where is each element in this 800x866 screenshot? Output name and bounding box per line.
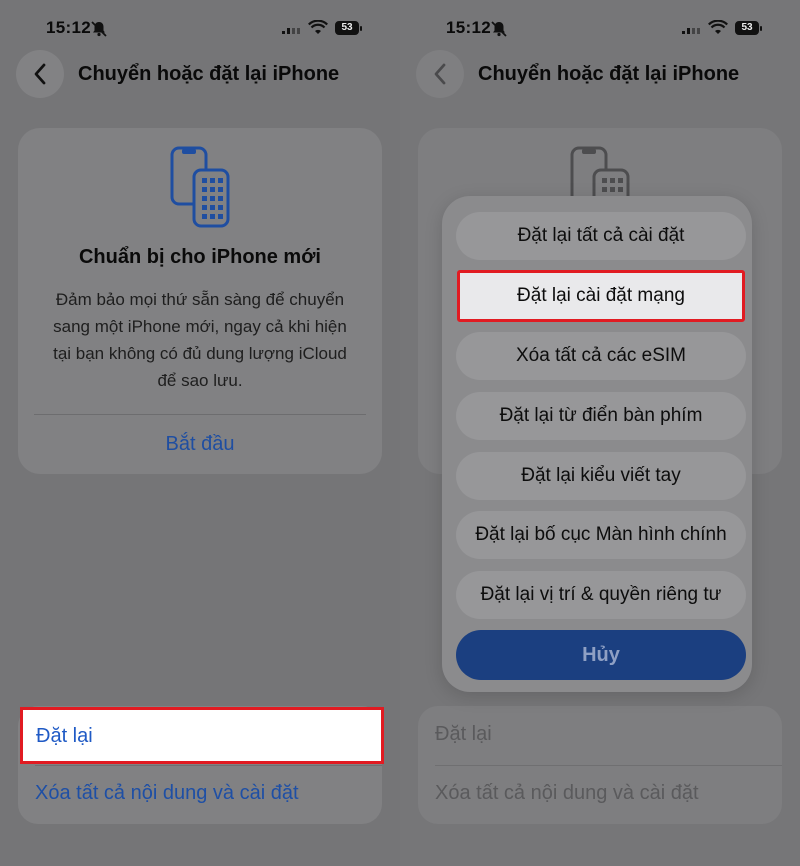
reset-item-highlighted[interactable]: Đặt lại [20,707,384,764]
wifi-icon [308,20,328,34]
card-title: Chuẩn bị cho iPhone mới [78,246,321,268]
reset-label: Đặt lại [435,723,492,745]
right-screen: 15:12 53 Chuyển hoặc đặt lại iPhone Đặt … [400,0,800,866]
prepare-card: Chuẩn bị cho iPhone mới Đảm bảo mọi thứ … [18,128,382,474]
reset-item[interactable]: Đặt lại [418,706,782,765]
left-screen: 15:12 53 Chuyển hoặc đặt lại iPhone Chuẩ… [0,0,400,866]
cellular-signal-icon [682,28,700,34]
silent-bell-icon [91,21,107,37]
status-bar: 15:12 53 [400,14,800,44]
erase-all-label: Xóa tất cả nội dung và cài đặt [435,782,699,804]
cellular-signal-icon [282,28,300,34]
back-button[interactable] [416,50,464,98]
card-description: Đảm bảo mọi thứ sẵn sàng để chuyển sang … [53,290,347,390]
reset-keyboard-dictionary-option[interactable]: Đặt lại từ điển bàn phím [456,392,746,440]
get-started-button[interactable]: Bắt đầu [18,433,382,456]
back-button[interactable] [16,50,64,98]
wifi-icon [708,20,728,34]
reset-home-screen-layout-option[interactable]: Đặt lại bố cục Màn hình chính [456,511,746,559]
chevron-left-icon [34,63,46,85]
cancel-button[interactable]: Hủy [456,630,746,680]
reset-all-settings-option[interactable]: Đặt lại tất cả cài đặt [456,212,746,260]
reset-options-sheet: Đặt lại tất cả cài đặt Đặt lại cài đặt m… [442,196,752,692]
erase-all-esim-option[interactable]: Xóa tất cả các eSIM [456,332,746,380]
reset-highlight-label: Đặt lại [36,725,93,747]
reset-handwriting-option[interactable]: Đặt lại kiểu viết tay [456,452,746,500]
status-time: 15:12 [46,18,91,37]
phones-transfer-icon [170,146,230,228]
erase-all-label: Xóa tất cả nội dung và cài đặt [35,782,299,804]
erase-all-item[interactable]: Xóa tất cả nội dung và cài đặt [418,765,782,824]
status-bar: 15:12 53 [0,14,400,44]
divider [34,414,366,415]
chevron-left-icon [434,63,446,85]
battery-icon: 53 [335,21,362,35]
reset-list: Đặt lại Xóa tất cả nội dung và cài đặt [418,706,782,824]
status-time: 15:12 [446,18,491,37]
page-title: Chuyển hoặc đặt lại iPhone [78,63,340,85]
page-title: Chuyển hoặc đặt lại iPhone [478,63,740,85]
reset-network-settings-option[interactable]: Đặt lại cài đặt mạng [457,270,745,322]
erase-all-item[interactable]: Xóa tất cả nội dung và cài đặt [18,765,382,824]
reset-location-privacy-option[interactable]: Đặt lại vị trí & quyền riêng tư [456,571,746,619]
silent-bell-icon [491,21,507,37]
battery-icon: 53 [735,21,762,35]
